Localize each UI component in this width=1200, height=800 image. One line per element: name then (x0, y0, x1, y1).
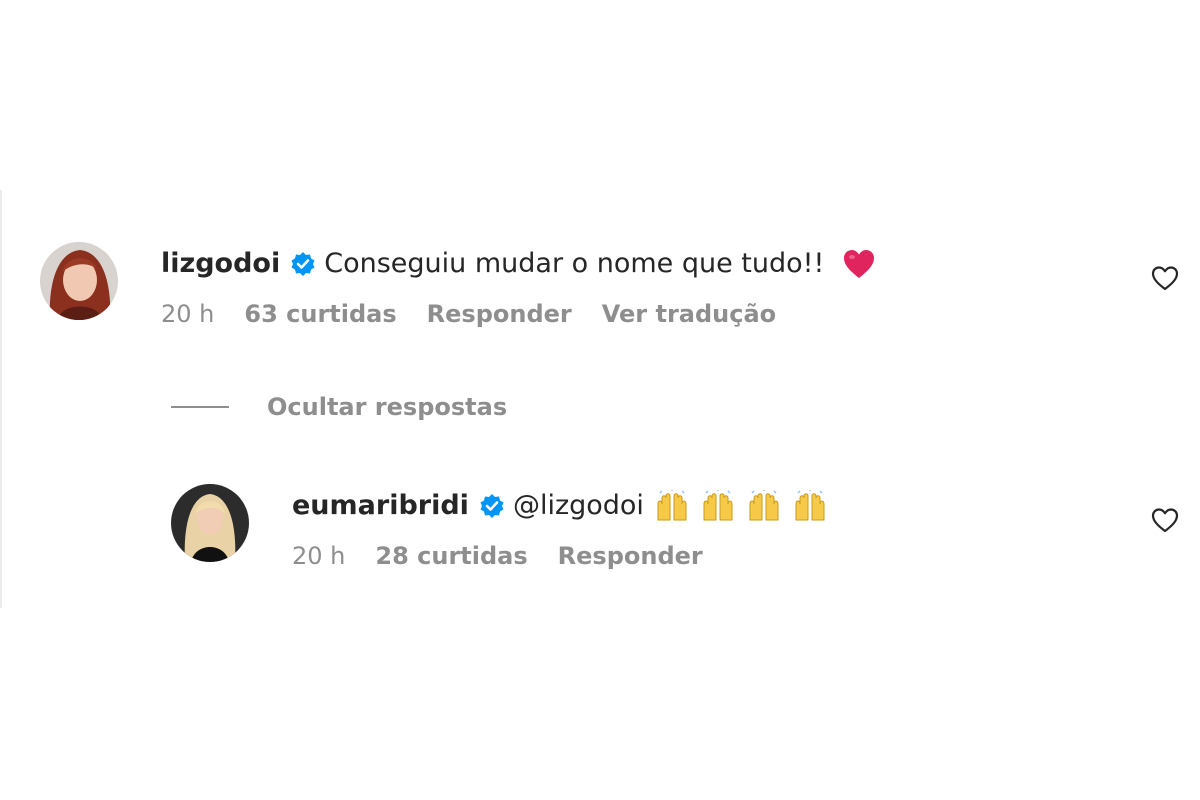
mention-link[interactable]: @lizgodoi (513, 488, 644, 524)
comments-panel: lizgodoi Conseguiu mudar o nome que tudo… (0, 0, 1200, 800)
raising-hands-icon (749, 490, 779, 521)
reply-button[interactable]: Responder (558, 542, 703, 570)
comment-meta: 20 h 63 curtidas Responder Ver tradução (161, 300, 1180, 328)
comment-body: lizgodoi Conseguiu mudar o nome que tudo… (161, 242, 1180, 328)
verified-badge-icon (479, 493, 505, 519)
likes-count[interactable]: 28 curtidas (375, 542, 527, 570)
raising-hands-icon (657, 490, 687, 521)
like-heart-icon[interactable] (1150, 264, 1180, 296)
username[interactable]: lizgodoi (161, 246, 280, 282)
translate-button[interactable]: Ver tradução (602, 300, 776, 328)
reply-button[interactable]: Responder (427, 300, 572, 328)
like-heart-icon[interactable] (1150, 506, 1180, 538)
raising-hands-group (654, 490, 828, 522)
avatar[interactable] (171, 484, 249, 562)
red-heart-icon (842, 248, 876, 280)
comment-line: lizgodoi Conseguiu mudar o nome que tudo… (161, 246, 1180, 282)
left-divider (0, 190, 2, 608)
avatar[interactable] (40, 242, 118, 320)
raising-hands-icon (703, 490, 733, 521)
reply-item: eumaribridi @lizgodoi 20 h 28 curtidas R… (171, 484, 1180, 570)
likes-count[interactable]: 63 curtidas (244, 300, 396, 328)
comment-item: lizgodoi Conseguiu mudar o nome que tudo… (40, 242, 1180, 328)
comment-text: Conseguiu mudar o nome que tudo!! (324, 248, 825, 279)
username[interactable]: eumaribridi (292, 488, 469, 524)
verified-badge-icon (290, 251, 316, 277)
timestamp: 20 h (292, 542, 346, 570)
hide-replies-label: Ocultar respostas (267, 393, 508, 421)
reply-body: eumaribridi @lizgodoi 20 h 28 curtidas R… (292, 484, 1180, 570)
reply-meta: 20 h 28 curtidas Responder (292, 542, 1180, 570)
reply-line: eumaribridi @lizgodoi (292, 488, 1180, 524)
timestamp: 20 h (161, 300, 215, 328)
hide-replies-button[interactable]: Ocultar respostas (171, 393, 507, 421)
raising-hands-icon (795, 490, 825, 521)
replies-dash (171, 406, 229, 408)
